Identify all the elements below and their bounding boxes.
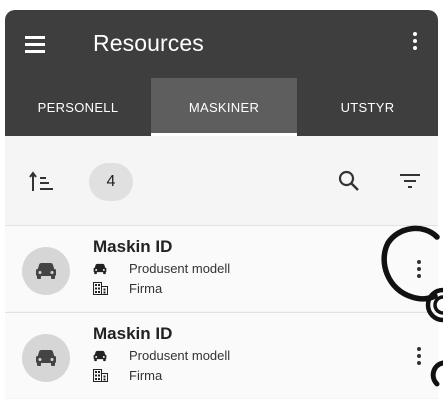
page-title: Resources	[93, 30, 204, 56]
tab-label: MASKINER	[188, 99, 260, 115]
list-toolbar: 4	[5, 136, 438, 226]
item-company: Firma	[93, 368, 162, 383]
item-company-text: Firma	[129, 281, 163, 296]
more-vertical-icon[interactable]	[414, 347, 424, 369]
avatar	[22, 247, 70, 295]
count-badge: 4	[89, 163, 133, 201]
tab-maskiner[interactable]: MASKINER	[151, 78, 297, 136]
item-company: Firma	[93, 281, 162, 296]
car-icon	[36, 350, 56, 366]
item-model: Produsent modell	[93, 261, 230, 276]
filter-icon[interactable]	[399, 172, 421, 190]
item-model: Produsent modell	[93, 348, 230, 363]
tab-personell[interactable]: PERSONELL	[5, 78, 151, 136]
tab-bar: PERSONELL MASKINER UTSTYR	[5, 78, 438, 136]
tab-utstyr[interactable]: UTSTYR	[297, 78, 438, 136]
building-icon	[93, 282, 109, 296]
avatar	[22, 334, 70, 382]
item-model-text: Produsent modell	[129, 261, 231, 276]
search-icon[interactable]	[337, 169, 361, 193]
app-bar: Resources PERSONELL MASKINER UTSTYR	[5, 10, 438, 136]
list-item[interactable]: Maskin ID Produsent modell Firma	[5, 225, 438, 311]
menu-icon[interactable]	[25, 36, 49, 54]
sort-icon[interactable]	[29, 171, 55, 193]
item-model-text: Produsent modell	[129, 348, 231, 363]
item-title: Maskin ID	[93, 237, 173, 256]
car-icon	[93, 349, 109, 363]
app-screen: Resources PERSONELL MASKINER UTSTYR 4 Ma…	[5, 10, 438, 399]
more-vertical-icon[interactable]	[409, 32, 421, 56]
car-icon	[93, 262, 109, 276]
list-item[interactable]: Maskin ID Produsent modell Firma	[5, 312, 438, 398]
item-company-text: Firma	[129, 368, 163, 383]
building-icon	[93, 369, 109, 383]
car-icon	[36, 263, 56, 279]
item-title: Maskin ID	[93, 324, 173, 343]
more-vertical-icon[interactable]	[414, 260, 424, 282]
